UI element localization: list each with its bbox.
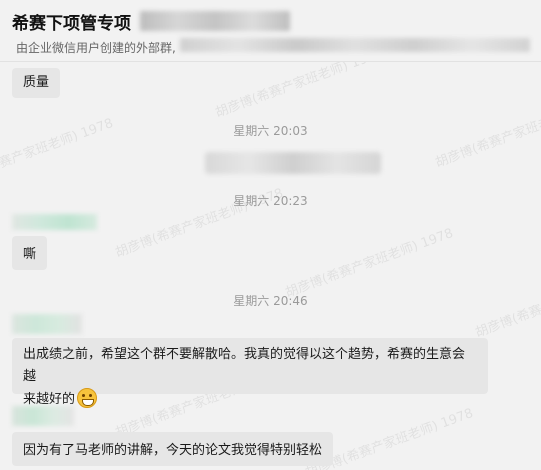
redacted-title bbox=[140, 11, 290, 31]
message-text: 因为有了马老师的讲解，今天的论文我觉得特别轻松 bbox=[23, 443, 323, 458]
redacted-notice bbox=[205, 152, 381, 174]
sender-name bbox=[12, 406, 74, 426]
sender-name bbox=[12, 314, 82, 334]
message-list[interactable]: 胡彦博(希赛产家班老师) 1978 胡彦博(希赛产家班老师) 1978 胡彦博(… bbox=[0, 62, 541, 470]
watermark: 胡彦博(希赛产家班老师) 1978 bbox=[283, 225, 456, 301]
message-text-line2: 来越好的 bbox=[23, 388, 477, 411]
message-text: 质量 bbox=[23, 75, 50, 90]
redacted-subtitle bbox=[180, 38, 530, 52]
message-text: 嘶 bbox=[23, 247, 37, 262]
timestamp: 星期六 20:46 bbox=[233, 294, 308, 308]
chat-title[interactable]: 希赛下项管专项 bbox=[12, 9, 131, 34]
timestamp: 星期六 20:03 bbox=[233, 124, 308, 138]
message-bubble[interactable]: 出成绩之前，希望这个群不要解散哈。我真的觉得以这个趋势，希赛的生意会越 来越好的 bbox=[12, 338, 488, 408]
message-bubble[interactable]: 嘶 bbox=[12, 236, 48, 270]
message-bubble[interactable]: 质量 bbox=[12, 68, 61, 98]
message-text: 出成绩之前，希望这个群不要解散哈。我真的觉得以这个趋势，希赛的生意会越 bbox=[23, 347, 466, 384]
chat-subtitle: 由企业微信用户创建的外部群, bbox=[16, 41, 176, 55]
message-bubble[interactable]: 因为有了马老师的讲解，今天的论文我觉得特别轻松 bbox=[12, 432, 334, 466]
timestamp: 星期六 20:23 bbox=[233, 194, 308, 208]
watermark: 胡彦博(希赛产家班老师) 1978 bbox=[213, 62, 386, 121]
chat-header: 希赛下项管专项 由企业微信用户创建的外部群, bbox=[0, 0, 541, 62]
grinning-face-icon bbox=[77, 388, 98, 408]
sender-name bbox=[12, 214, 97, 230]
